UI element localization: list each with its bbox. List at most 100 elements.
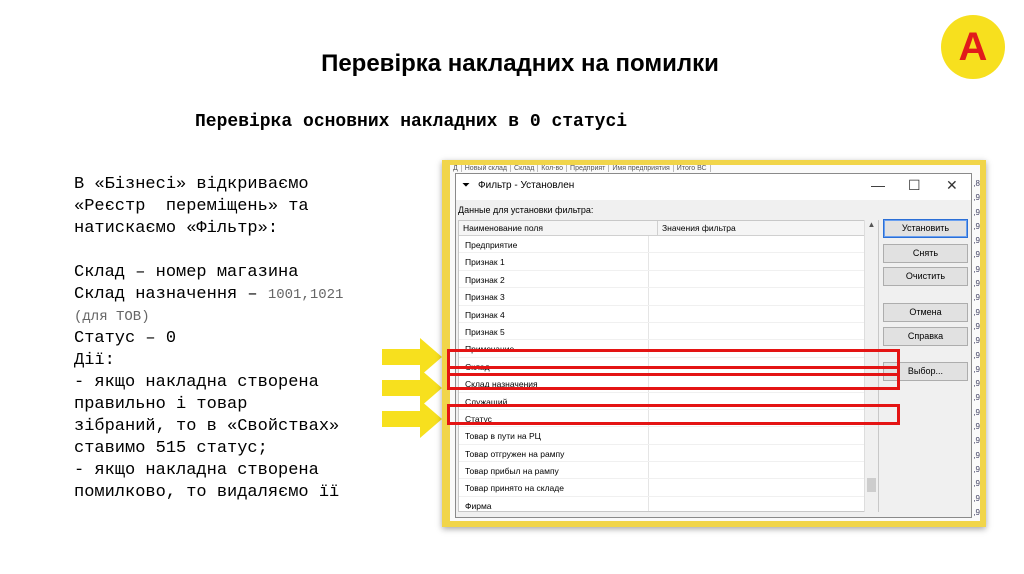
help-button[interactable]: Справка	[883, 327, 968, 346]
filter-row[interactable]: Признак 1	[459, 253, 878, 271]
maximize-button[interactable]: ☐	[908, 177, 921, 194]
instruction-line: «Реєстр переміщень» та	[74, 197, 309, 216]
bg-col: Д	[450, 165, 462, 172]
bg-value: ,8	[973, 179, 980, 188]
filter-dialog: ⏷ Фильтр - Установлен — ☐ ✕ Данные для у…	[455, 173, 972, 518]
arrow-icon	[382, 400, 442, 438]
dialog-title: Фильтр - Установлен	[478, 180, 575, 191]
instruction-line: Дії:	[74, 351, 115, 370]
instruction-line: зібраний, то в «Свойствах»	[74, 417, 340, 436]
bg-value: ,9	[973, 250, 980, 260]
column-header-value: Значения фильтра	[662, 223, 736, 233]
bg-value: ,9	[973, 422, 980, 432]
filter-field-name: Признак 4	[459, 305, 649, 322]
bg-value: ,9	[973, 493, 980, 503]
instruction-line: - якщо накладна створена	[74, 461, 319, 480]
instruction-line: (для ТОВ)	[74, 309, 150, 325]
filter-row[interactable]: Признак 3	[459, 288, 878, 306]
column-header-field: Наименование поля	[459, 221, 658, 235]
clear-button[interactable]: Очистить	[883, 267, 968, 286]
instruction-line: - якщо накладна створена	[74, 373, 319, 392]
filter-field-name: Товар принято на складе	[459, 479, 649, 496]
bg-value: ,9	[973, 193, 980, 203]
filter-row[interactable]: Фирма	[459, 496, 878, 511]
instruction-line: Статус – 0	[74, 329, 177, 348]
slide-title: Перевірка накладних на помилки	[321, 50, 719, 77]
highlight-box	[447, 404, 900, 425]
filter-value-cell[interactable]	[649, 427, 878, 443]
bg-value: ,9	[973, 293, 980, 303]
filter-icon: ⏷	[462, 180, 470, 191]
instructions: В «Бізнесі» відкриваємо «Реєстр переміще…	[74, 174, 404, 504]
bg-value: ,9	[973, 464, 980, 474]
bg-value: ,9	[973, 407, 980, 417]
bg-value: ,9	[973, 436, 980, 446]
slide-subtitle: Перевірка основних накладних в 0 статусі	[195, 112, 628, 132]
scroll-thumb[interactable]	[867, 478, 876, 492]
bg-value: ,9	[973, 207, 980, 217]
filter-field-name: Фирма	[459, 496, 649, 511]
close-button[interactable]: ✕	[946, 177, 958, 194]
remove-button[interactable]: Снять	[883, 244, 968, 263]
filter-field-name: Признак 5	[459, 322, 649, 340]
instruction-line: Склад назначення – 1001,1021	[74, 284, 404, 306]
minimize-button[interactable]: —	[871, 177, 885, 193]
bg-value: ,9	[973, 364, 980, 374]
filter-value-cell[interactable]	[649, 445, 878, 461]
instruction-line: помилково, то видаляємо її	[74, 483, 340, 502]
filter-row[interactable]: Предприятие	[459, 236, 878, 254]
filter-row[interactable]: Признак 2	[459, 270, 878, 289]
filter-value-cell[interactable]	[649, 479, 878, 495]
filter-row[interactable]: Товар прибыл на рампу	[459, 462, 878, 480]
filter-value-cell[interactable]	[649, 288, 878, 304]
highlight-box	[447, 366, 900, 390]
bg-value: ,9	[973, 221, 980, 231]
bg-value: ,9	[973, 507, 980, 517]
cancel-button[interactable]: Отмена	[883, 303, 968, 322]
dialog-titlebar: ⏷ Фильтр - Установлен — ☐ ✕	[456, 174, 971, 200]
bg-value: ,9	[973, 393, 980, 403]
bg-value: ,9	[973, 279, 980, 289]
bg-col: Склад	[511, 165, 539, 172]
filter-row[interactable]: Признак 5	[459, 322, 878, 341]
bg-value: ,9	[973, 236, 980, 246]
filter-value-cell[interactable]	[649, 271, 878, 287]
bg-col: Имя предприятия	[609, 165, 674, 172]
instruction-line: ставимо 515 статус;	[74, 439, 268, 458]
filter-value-cell[interactable]	[649, 462, 878, 478]
instruction-line: натискаємо «Фільтр»:	[74, 219, 279, 238]
filter-value-cell[interactable]	[649, 323, 878, 339]
filter-row[interactable]: Товар в пути на РЦ	[459, 427, 878, 445]
grid-header: Наименование поля Значения фильтра	[459, 221, 878, 236]
filter-field-name: Товар отгружен на рампу	[459, 444, 649, 462]
filter-value-cell[interactable]	[649, 253, 878, 269]
bg-value: ,9	[973, 450, 980, 460]
bg-col: Новый склад	[462, 165, 512, 172]
group-label: Данные для установки фильтра:	[458, 205, 594, 215]
instruction-part-numbers: 1001,1021	[267, 287, 344, 303]
bg-value: ,9	[973, 479, 980, 489]
filter-value-cell[interactable]	[649, 306, 878, 322]
bg-value: ,9	[973, 336, 980, 346]
filter-value-cell[interactable]	[649, 497, 878, 511]
bg-value: ,9	[973, 350, 980, 360]
filter-field-name: Признак 2	[459, 270, 649, 288]
filter-field-name: Признак 1	[459, 253, 649, 270]
filter-field-name: Товар в пути на РЦ	[459, 427, 649, 444]
filter-value-cell[interactable]	[649, 236, 878, 252]
background-values: ,8 ,9 ,9 ,9 ,9 ,9 ,9 ,9 ,9 ,9 ,9 ,9 ,9 ,9 ,9 ,9 ,9 ,9 ,9 ,9…	[972, 177, 980, 520]
filter-field-name: Признак 3	[459, 288, 649, 305]
bg-col: Предприят	[567, 165, 610, 172]
instruction-line: Склад – номер магазина	[74, 263, 299, 282]
instruction-line: В «Бізнесі» відкриваємо	[74, 175, 309, 194]
filter-row[interactable]: Товар принято на складе	[459, 479, 878, 497]
filter-row[interactable]: Товар отгружен на рампу	[459, 444, 878, 463]
bg-value: ,9	[973, 321, 980, 331]
scroll-up-icon[interactable]: ▲	[865, 220, 878, 229]
filter-field-name: Товар прибыл на рампу	[459, 462, 649, 479]
bg-value: ,9	[973, 264, 980, 274]
set-button[interactable]: Установить	[883, 219, 968, 238]
filter-row[interactable]: Признак 4	[459, 305, 878, 323]
bg-value: ,9	[973, 379, 980, 389]
bg-value: ,9	[973, 307, 980, 317]
